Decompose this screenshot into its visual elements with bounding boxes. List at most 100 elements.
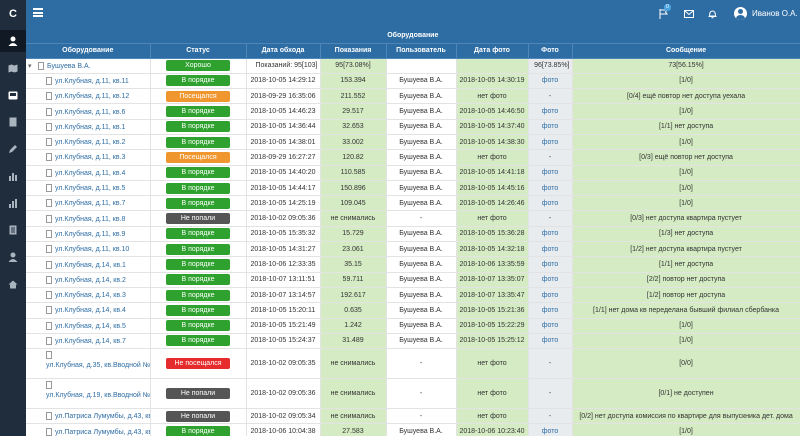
equipment-name-cell[interactable]: ул.Клубная, д.14, кв.4	[26, 302, 151, 319]
equipment-name[interactable]: ул.Патриса Лумумбы, д.43, кв.3	[55, 428, 149, 435]
user-avatar[interactable]	[734, 7, 747, 20]
equipment-name-cell[interactable]: ул.Клубная, д.11, кв.3	[26, 149, 151, 166]
equipment-name-cell[interactable]: ул.Клубная, д.11, кв.11	[26, 73, 151, 90]
equipment-name[interactable]: ул.Клубная, д.11, кв.11	[55, 78, 129, 85]
photo-cell[interactable]: фото	[528, 180, 573, 197]
equipment-name[interactable]: ул.Клубная, д.11, кв.4	[55, 170, 125, 177]
sidebar-item-inbox[interactable]	[0, 84, 26, 106]
photo-cell[interactable]: фото	[528, 73, 573, 90]
equipment-name[interactable]: ул.Клубная, д.11, кв.5	[55, 185, 125, 192]
equipment-name-cell[interactable]: ул.Клубная, д.14, кв.5	[26, 318, 151, 334]
summary-name-cell[interactable]: ▾ Бушуева В.А.	[26, 58, 151, 74]
equipment-name-cell[interactable]: ул.Клубная, д.11, кв.2	[26, 134, 151, 151]
photo-link[interactable]: фото	[542, 246, 559, 253]
equipment-name[interactable]: ул.Клубная, д.11, кв.8	[55, 215, 125, 222]
photo-link[interactable]: фото	[542, 169, 559, 176]
photo-link[interactable]: фото	[542, 185, 559, 192]
photo-link[interactable]: фото	[542, 200, 559, 207]
equipment-name-cell[interactable]: ул.Клубная, д.14, кв.1	[26, 256, 151, 273]
app-logo[interactable]: C	[0, 0, 26, 28]
photo-cell[interactable]: фото	[528, 103, 573, 120]
photo-cell[interactable]: фото	[528, 318, 573, 334]
photo-link[interactable]: фото	[542, 322, 559, 329]
column-header-visit-date[interactable]: Дата обхода	[246, 43, 321, 59]
expand-caret-icon[interactable]: ▾	[28, 62, 38, 70]
equipment-name-cell[interactable]: ул.Клубная, д.11, кв.5	[26, 180, 151, 197]
equipment-name-cell[interactable]: ул.Клубная, д.11, кв.9	[26, 226, 151, 243]
summary-name[interactable]: Бушуева В.А.	[47, 63, 91, 70]
photo-link[interactable]: фото	[542, 307, 559, 314]
sidebar-item-reports[interactable]	[0, 192, 26, 214]
column-header-equipment[interactable]: Оборудование	[26, 43, 151, 59]
photo-cell[interactable]: фото	[528, 272, 573, 288]
photo-link[interactable]: фото	[542, 261, 559, 268]
photo-link[interactable]: фото	[542, 230, 559, 237]
photo-link[interactable]: фото	[542, 292, 559, 299]
photo-link[interactable]: фото	[542, 276, 559, 283]
equipment-name-cell[interactable]: ул.Клубная, д.11, кв.6	[26, 103, 151, 120]
sidebar-item-profile[interactable]	[0, 30, 26, 52]
sidebar-item-home[interactable]	[0, 273, 26, 295]
photo-cell[interactable]: фото	[528, 165, 573, 181]
column-header-status[interactable]: Статус	[150, 43, 247, 59]
equipment-name[interactable]: ул.Клубная, д.11, кв.9	[55, 231, 125, 238]
photo-cell[interactable]: фото	[528, 134, 573, 151]
equipment-name[interactable]: ул.Клубная, д.14, кв.4	[55, 307, 126, 314]
bell-icon[interactable]	[707, 9, 718, 19]
photo-link[interactable]: фото	[542, 428, 559, 435]
photo-cell[interactable]: фото	[528, 287, 573, 304]
photo-link[interactable]: фото	[542, 77, 559, 84]
equipment-name[interactable]: ул.Клубная, д.11, кв.6	[55, 108, 125, 115]
equipment-name[interactable]: ул.Клубная, д.14, кв.1	[55, 261, 126, 268]
sidebar-item-stats[interactable]	[0, 165, 26, 187]
equipment-name[interactable]: ул.Клубная, д.11, кв.10	[55, 246, 129, 253]
photo-cell[interactable]: фото	[528, 423, 573, 436]
equipment-name-cell[interactable]: ул.Клубная, д.11, кв.7	[26, 195, 151, 212]
equipment-name[interactable]: ул.Патриса Лумумбы, д.43, кв.5	[55, 413, 149, 420]
equipment-name[interactable]: ул.Клубная, д.11, кв.2	[55, 139, 125, 146]
equipment-name-cell[interactable]: ул.Клубная, д.35, кв.Вводной №60	[26, 348, 151, 380]
column-header-readings[interactable]: Показания	[320, 43, 387, 59]
photo-link[interactable]: фото	[542, 108, 559, 115]
column-header-user[interactable]: Пользователь	[386, 43, 457, 59]
equipment-name[interactable]: ул.Клубная, д.14, кв.7	[55, 338, 126, 345]
equipment-name[interactable]: ул.Клубная, д.14, кв.2	[55, 277, 126, 284]
equipment-name-cell[interactable]: ул.Клубная, д.14, кв.3	[26, 287, 151, 304]
equipment-name-cell[interactable]: ул.Клубная, д.11, кв.1	[26, 119, 151, 135]
photo-cell[interactable]: фото	[528, 241, 573, 258]
photo-cell[interactable]: фото	[528, 302, 573, 319]
column-header-photo[interactable]: Фото	[528, 43, 573, 59]
photo-cell[interactable]: фото	[528, 119, 573, 135]
sidebar-item-book[interactable]	[0, 111, 26, 133]
equipment-name-cell[interactable]: ул.Клубная, д.11, кв.4	[26, 165, 151, 181]
equipment-name-cell[interactable]: ул.Клубная, д.14, кв.2	[26, 272, 151, 288]
photo-cell[interactable]: фото	[528, 333, 573, 350]
equipment-name[interactable]: ул.Клубная, д.14, кв.5	[55, 323, 126, 330]
equipment-name-cell[interactable]: ул.Патриса Лумумбы, д.43, кв.3	[26, 423, 151, 436]
equipment-name-cell[interactable]: ул.Клубная, д.11, кв.12	[26, 88, 151, 105]
user-name[interactable]: Иванов О.А.	[752, 9, 798, 18]
menu-toggle-icon[interactable]	[33, 8, 43, 17]
sidebar-item-users[interactable]	[0, 246, 26, 268]
equipment-name[interactable]: ул.Клубная, д.11, кв.1	[55, 124, 125, 131]
photo-link[interactable]: фото	[542, 123, 559, 130]
equipment-name[interactable]: ул.Клубная, д.35, кв.Вводной №60	[46, 362, 149, 369]
column-header-photo-date[interactable]: Дата фото	[456, 43, 529, 59]
equipment-name[interactable]: ул.Клубная, д.19, кв.Вводной №83	[46, 392, 149, 399]
sidebar-item-map[interactable]	[0, 57, 26, 79]
sidebar-item-documents[interactable]	[0, 219, 26, 241]
equipment-name-cell[interactable]: ул.Клубная, д.14, кв.7	[26, 333, 151, 350]
sidebar-item-edit[interactable]	[0, 138, 26, 160]
equipment-name-cell[interactable]: ул.Клубная, д.11, кв.8	[26, 210, 151, 227]
mail-icon[interactable]	[683, 9, 694, 19]
equipment-name-cell[interactable]: ул.Клубная, д.11, кв.10	[26, 241, 151, 258]
photo-cell[interactable]: фото	[528, 195, 573, 212]
photo-cell[interactable]: фото	[528, 256, 573, 273]
equipment-name[interactable]: ул.Клубная, д.11, кв.12	[55, 93, 129, 100]
equipment-name[interactable]: ул.Клубная, д.11, кв.7	[55, 200, 125, 207]
equipment-name-cell[interactable]: ул.Клубная, д.19, кв.Вводной №83	[26, 378, 151, 410]
photo-link[interactable]: фото	[542, 337, 559, 344]
equipment-name[interactable]: ул.Клубная, д.14, кв.3	[55, 292, 126, 299]
photo-cell[interactable]: фото	[528, 226, 573, 243]
equipment-name-cell[interactable]: ул.Патриса Лумумбы, д.43, кв.5	[26, 408, 151, 425]
